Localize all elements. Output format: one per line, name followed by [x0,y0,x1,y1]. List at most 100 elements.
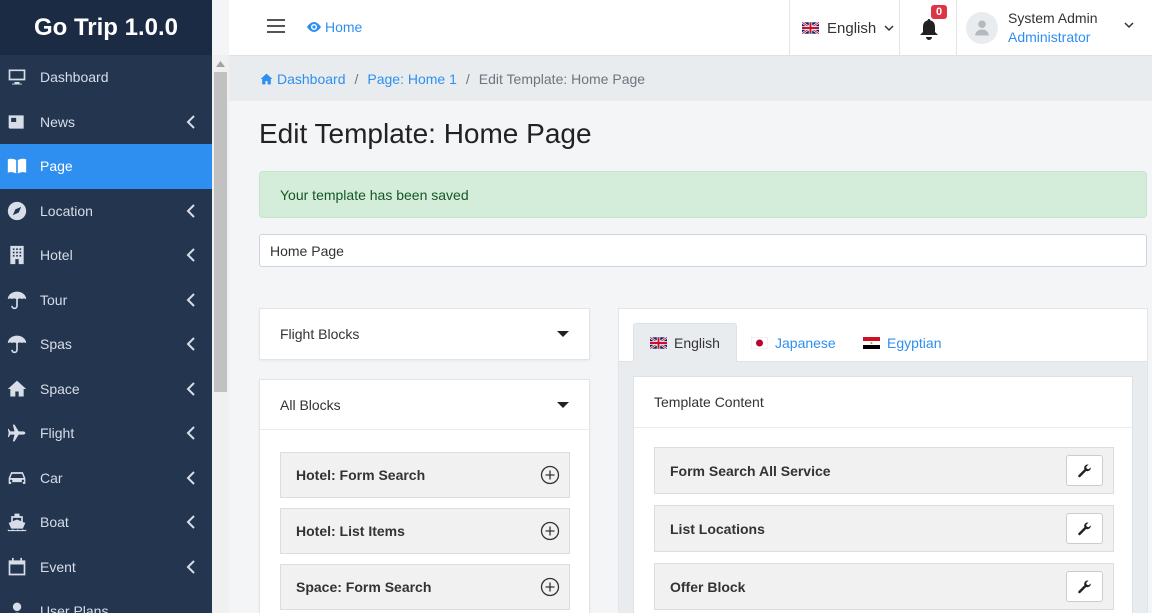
sidebar-item-dashboard[interactable]: Dashboard [0,55,212,100]
building-icon [6,244,28,266]
home-link[interactable]: Home [307,19,362,35]
uk-flag-icon [802,22,819,34]
sidebar-item-space[interactable]: Space [0,367,212,412]
chevron-left-icon [186,515,196,529]
sidebar-item-flight[interactable]: Flight [0,411,212,456]
flight-blocks-toggle[interactable]: Flight Blocks [260,309,589,359]
sidebar-item-hotel[interactable]: Hotel [0,233,212,278]
breadcrumb: Dashboard / Page: Home 1 / Edit Template… [229,56,1152,101]
notification-count-badge: 0 [931,5,948,19]
user-name: System Admin [1008,10,1098,26]
user-icon [6,600,28,613]
block-item[interactable]: Hotel: List Items [280,508,570,554]
template-item[interactable]: List Locations [654,505,1114,552]
plane-icon [6,422,28,444]
tab-label: Japanese [775,334,836,351]
ship-icon [6,511,28,533]
breadcrumb-page-link[interactable]: Page: Home 1 [367,71,457,87]
template-name-input[interactable] [259,234,1147,267]
block-item-label: Hotel: Form Search [296,467,426,483]
block-item-label: Space: Form Search [296,579,432,595]
tab-label: Egyptian [887,334,942,351]
template-item-label: Offer Block [670,578,746,595]
sidebar-item-label: Flight [40,425,75,442]
chevron-left-icon [186,115,196,129]
all-blocks-toggle[interactable]: All Blocks [260,380,589,430]
scrollbar-thumb[interactable] [214,72,227,392]
user-role: Administrator [1008,29,1091,45]
template-content-header: Template Content [634,377,1132,428]
umbrella-icon [6,289,28,311]
chevron-left-icon [186,248,196,262]
monitor-icon [6,66,28,88]
japan-flag-icon [751,336,768,349]
user-menu[interactable]: System Admin Administrator [966,0,1152,56]
add-circle-icon[interactable] [540,577,560,597]
sidebar-item-label: Event [40,558,76,575]
chevron-left-icon [186,471,196,485]
sidebar-item-label: Dashboard [40,69,109,86]
brand-title[interactable]: Go Trip 1.0.0 [0,0,212,55]
add-circle-icon[interactable] [540,465,560,485]
home-link-label: Home [325,19,363,35]
scroll-up-arrow-icon[interactable] [212,55,229,72]
tab-egyptian[interactable]: Egyptian [847,323,957,362]
caret-down-icon [557,331,569,337]
success-alert: Your template has been saved [259,171,1147,218]
sidebar-item-label: Boat [40,514,69,531]
sidebar-item-car[interactable]: Car [0,456,212,501]
breadcrumb-label: Dashboard [277,70,346,87]
wrench-icon [1077,521,1091,535]
breadcrumb-dashboard-link[interactable]: Dashboard [260,71,346,87]
sidebar-item-tour[interactable]: Tour [0,278,212,323]
sidebar-item-event[interactable]: Event [0,545,212,590]
topbar: Home English 0 System Admin Administrato… [229,0,1152,56]
tab-japanese[interactable]: Japanese [735,323,852,362]
block-item[interactable]: Hotel: Form Search [280,452,570,498]
sidebar-item-label: Spas [40,336,72,353]
sidebar-item-label: User Plans [40,603,109,613]
compass-icon [6,200,28,222]
edit-block-button[interactable] [1066,571,1103,602]
calendar-icon [6,556,28,578]
tab-label: English [674,335,720,351]
sidebar-item-user-plans[interactable]: User Plans [0,589,212,613]
sidebar-item-label: News [40,113,76,130]
template-item[interactable]: Offer Block [654,563,1114,610]
umbrella-icon [6,333,28,355]
block-item[interactable]: Space: Form Search [280,564,570,610]
chevron-down-icon [884,24,894,31]
template-item-label: List Locations [670,520,765,537]
add-circle-icon[interactable] [540,521,560,541]
sidebar-scrollbar[interactable] [212,55,229,613]
language-selector[interactable]: English [789,0,899,56]
menu-toggle-icon[interactable] [267,19,285,35]
home-icon [260,73,273,84]
edit-block-button[interactable] [1066,455,1103,486]
chevron-down-icon [1124,22,1134,29]
notifications-button[interactable]: 0 [899,0,957,56]
chevron-left-icon [186,560,196,574]
chevron-left-icon [186,382,196,396]
sidebar-item-page[interactable]: Page [0,144,212,189]
breadcrumb-separator: / [354,70,359,87]
tab-english[interactable]: English [633,323,737,362]
sidebar-item-label: Car [40,469,63,486]
sidebar-item-news[interactable]: News [0,100,212,145]
language-label: English [827,19,877,37]
sidebar-item-label: Space [40,380,80,397]
sidebar-item-boat[interactable]: Boat [0,500,212,545]
page-title: Edit Template: Home Page [259,118,592,149]
all-blocks-label: All Blocks [280,396,341,413]
sidebar-item-spas[interactable]: Spas [0,322,212,367]
car-icon [6,467,28,489]
sidebar-item-label: Page [40,158,73,175]
sidebar-item-location[interactable]: Location [0,189,212,234]
all-blocks-panel: All Blocks Hotel: Form Search Hotel: Lis… [259,379,590,613]
edit-block-button[interactable] [1066,513,1103,544]
breadcrumb-current: Edit Template: Home Page [478,70,646,87]
user-icon [975,20,989,36]
bell-icon [920,19,938,40]
newspaper-icon [6,111,28,133]
template-item[interactable]: Form Search All Service [654,447,1114,494]
